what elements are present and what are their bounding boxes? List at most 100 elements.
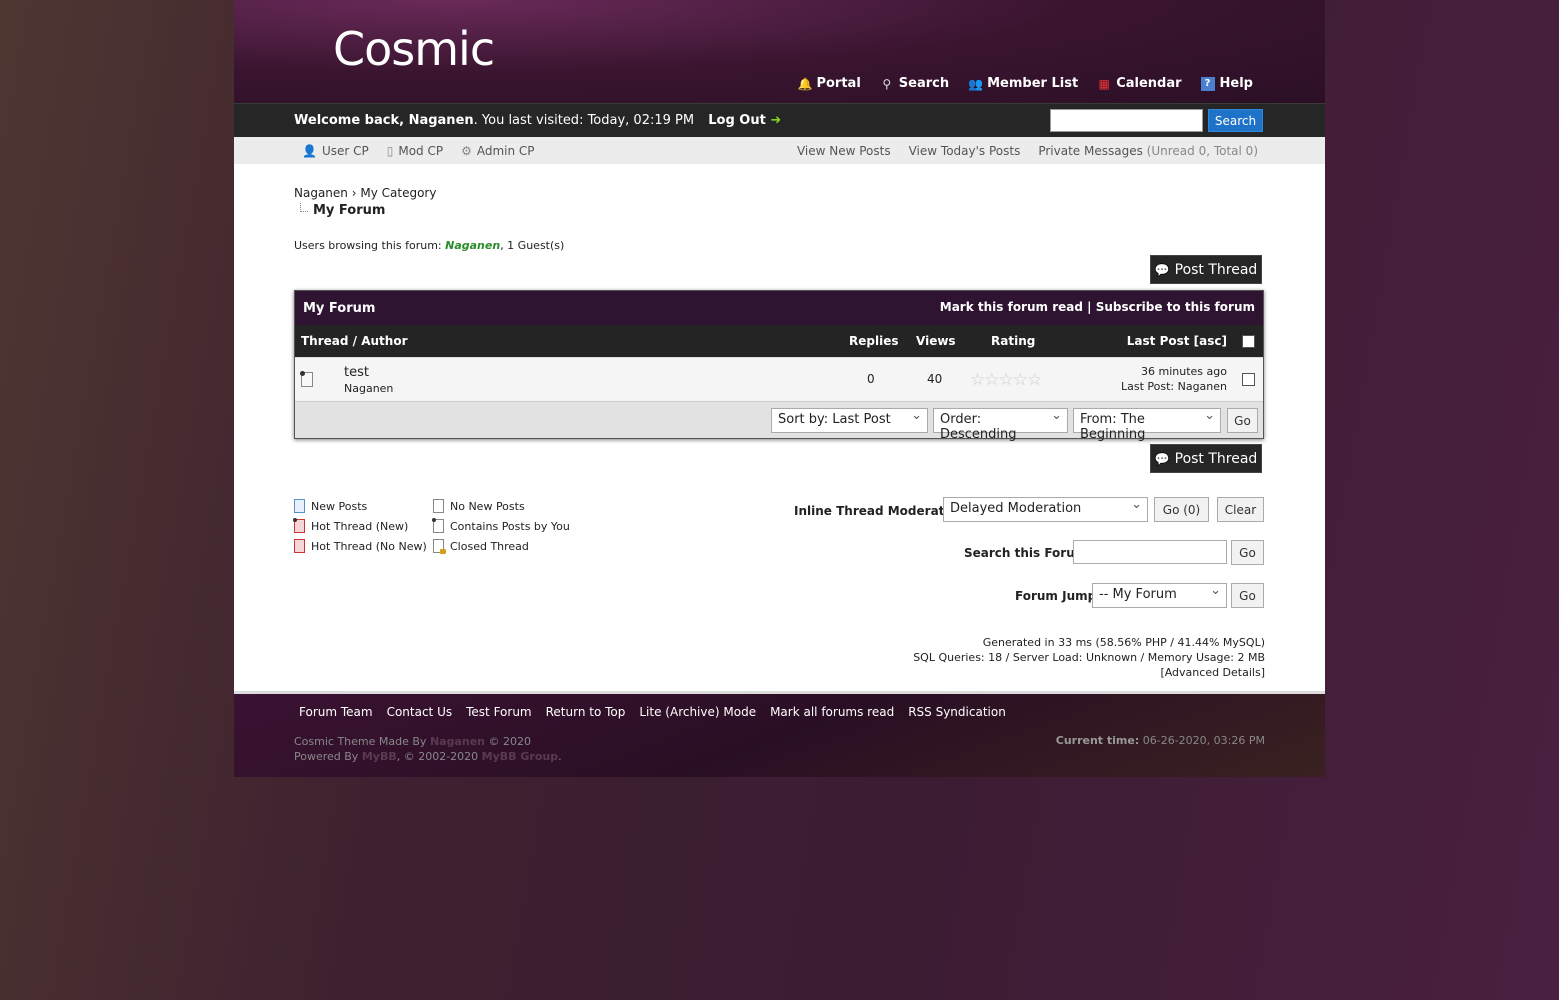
footer-lite-mode-link[interactable]: Lite (Archive) Mode xyxy=(639,705,756,719)
thread-rating-stars[interactable]: ☆☆☆☆☆ xyxy=(970,370,1042,390)
view-new-posts-link[interactable]: View New Posts xyxy=(797,144,891,158)
star-icon[interactable]: ☆ xyxy=(999,370,1014,390)
legend-label: Hot Thread (New) xyxy=(311,519,409,533)
thread-title-link[interactable]: test xyxy=(344,365,369,380)
footer-test-forum-link[interactable]: Test Forum xyxy=(466,705,532,719)
col-rating[interactable]: Rating xyxy=(991,334,1035,348)
welcome-bar: Welcome back, Naganen. You last visited:… xyxy=(234,103,1325,137)
post-thread-label: Post Thread xyxy=(1174,450,1258,467)
users-browsing-user[interactable]: Naganen xyxy=(445,239,500,252)
legend-label: No New Posts xyxy=(450,499,525,513)
current-time-value: 06-26-2020, 03:26 PM xyxy=(1139,734,1265,747)
mark-forum-read-link[interactable]: Mark this forum read xyxy=(940,300,1083,314)
breadcrumb-current: My Forum xyxy=(300,203,385,218)
star-icon[interactable]: ☆ xyxy=(970,370,985,390)
col-thread-author[interactable]: Thread / Author xyxy=(301,334,407,348)
last-visited: . You last visited: Today, 02:19 PM xyxy=(473,113,695,128)
menu-member-list-label: Member List xyxy=(987,76,1079,91)
post-thread-button-top[interactable]: 💬 Post Thread xyxy=(1150,255,1262,284)
breadcrumb: Naganen › My Category xyxy=(294,186,436,200)
sort-bar: Sort by: Last Post Order: Descending Fro… xyxy=(295,401,1263,442)
pm-label: Private Messages xyxy=(1038,144,1143,158)
subscribe-forum-link[interactable]: Subscribe to this forum xyxy=(1096,300,1255,314)
footer-return-to-top-link[interactable]: Return to Top xyxy=(546,705,626,719)
thread-select-checkbox[interactable] xyxy=(1242,373,1255,386)
private-messages-link[interactable]: Private Messages (Unread 0, Total 0) xyxy=(1038,144,1258,158)
mybb-link[interactable]: MyBB xyxy=(362,750,397,763)
advanced-details-link[interactable]: [Advanced Details] xyxy=(913,665,1265,680)
menu-search[interactable]: ⚲ Search xyxy=(880,76,949,91)
hot-thread-icon xyxy=(294,539,305,553)
moderation-clear-button[interactable]: Clear xyxy=(1217,497,1264,522)
post-thread-button-bottom[interactable]: 💬 Post Thread xyxy=(1150,444,1262,473)
from-select[interactable]: From: The Beginning xyxy=(1073,408,1221,442)
user-icon: 👤 xyxy=(302,144,317,158)
col-replies[interactable]: Replies xyxy=(849,334,898,348)
star-icon[interactable]: ☆ xyxy=(1013,370,1028,390)
user-cp-link[interactable]: 👤 User CP xyxy=(302,144,369,158)
table-row: test Naganen 0 40 ☆☆☆☆☆ 36 minutes ago L… xyxy=(295,357,1263,401)
mod-cp-label: Mod CP xyxy=(398,144,444,158)
footer-copyright: Cosmic Theme Made By Naganen © 2020 Powe… xyxy=(294,734,562,764)
forum-columns-header: Thread / Author Replies Views Rating Las… xyxy=(295,325,1263,357)
search-forum-go-button[interactable]: Go xyxy=(1231,540,1264,565)
admin-cp-link[interactable]: ⚙ Admin CP xyxy=(461,144,534,158)
forum-jump-go-button[interactable]: Go xyxy=(1231,583,1264,608)
select-all-checkbox[interactable] xyxy=(1242,335,1255,348)
sort-by-select[interactable]: Sort by: Last Post xyxy=(771,408,928,433)
welcome-username[interactable]: Naganen xyxy=(409,113,474,128)
view-todays-posts-link[interactable]: View Today's Posts xyxy=(909,144,1021,158)
logout-link[interactable]: Log Out ➜ xyxy=(708,113,781,128)
welcome-prefix: Welcome back, xyxy=(294,113,409,128)
breadcrumb-separator: › xyxy=(351,186,357,200)
sort-go-button[interactable]: Go xyxy=(1227,408,1258,433)
star-icon[interactable]: ☆ xyxy=(984,370,999,390)
breadcrumb-category[interactable]: My Category xyxy=(360,186,436,200)
mod-cp-link[interactable]: ▯ Mod CP xyxy=(387,144,443,158)
header-search-input[interactable] xyxy=(1050,109,1203,132)
copy-theme-prefix: Cosmic Theme Made By xyxy=(294,735,430,748)
legend-item: No New Posts xyxy=(433,496,573,516)
speech-bubble-icon: 💬 xyxy=(1154,262,1170,277)
search-forum-input[interactable] xyxy=(1073,540,1227,564)
inline-moderation-select[interactable]: Delayed Moderation xyxy=(943,497,1148,522)
forum-actions: Mark this forum read | Subscribe to this… xyxy=(940,300,1255,314)
speech-bubble-icon: 💬 xyxy=(1154,451,1170,466)
breadcrumb-root[interactable]: Naganen xyxy=(294,186,348,200)
posted-by-you-icon xyxy=(432,518,444,533)
footer: Forum Team Contact Us Test Forum Return … xyxy=(234,694,1325,777)
thread-author-link[interactable]: Naganen xyxy=(344,382,393,395)
menu-help[interactable]: ? Help xyxy=(1200,76,1253,91)
theme-author-link[interactable]: Naganen xyxy=(430,735,485,748)
thread-replies[interactable]: 0 xyxy=(867,372,875,386)
thread-views: 40 xyxy=(927,372,943,386)
star-icon[interactable]: ☆ xyxy=(1027,370,1042,390)
powered-by-prefix: Powered By xyxy=(294,750,362,763)
hot-thread-new-icon xyxy=(293,518,305,533)
thread-last-post-time[interactable]: 36 minutes ago xyxy=(1141,365,1227,378)
col-last-post[interactable]: Last Post [asc] xyxy=(1127,334,1227,348)
footer-forum-team-link[interactable]: Forum Team xyxy=(299,705,373,719)
header-search-button[interactable]: Search xyxy=(1208,109,1263,132)
forum-title: My Forum xyxy=(303,301,376,316)
thread-last-post-by[interactable]: Last Post: Naganen xyxy=(1121,380,1227,393)
forum-jump-select[interactable]: -- My Forum xyxy=(1092,583,1227,608)
order-select[interactable]: Order: Descending xyxy=(933,408,1068,442)
menu-calendar[interactable]: ▦ Calendar xyxy=(1097,76,1182,91)
forum-actions-divider: | xyxy=(1087,300,1092,314)
menu-portal[interactable]: 🔔 Portal xyxy=(797,76,860,91)
legend-item: Hot Thread (No New) xyxy=(294,536,434,556)
footer-rss-link[interactable]: RSS Syndication xyxy=(908,705,1006,719)
mybb-group-link[interactable]: MyBB Group xyxy=(482,750,558,763)
site-logo[interactable]: Cosmic xyxy=(333,22,495,76)
footer-mark-all-read-link[interactable]: Mark all forums read xyxy=(770,705,894,719)
forum-jump-label: Forum Jump: xyxy=(1015,589,1101,603)
main-content: Naganen › My Category My Forum Users bro… xyxy=(234,164,1325,691)
menu-member-list[interactable]: 👥 Member List xyxy=(968,76,1078,91)
gear-icon: ⚙ xyxy=(461,144,472,158)
col-views[interactable]: Views xyxy=(916,334,956,348)
forum-table: My Forum Mark this forum read | Subscrib… xyxy=(294,290,1264,442)
calendar-icon: ▦ xyxy=(1098,76,1110,91)
footer-contact-us-link[interactable]: Contact Us xyxy=(387,705,453,719)
moderation-go-button[interactable]: Go (0) xyxy=(1154,497,1209,522)
